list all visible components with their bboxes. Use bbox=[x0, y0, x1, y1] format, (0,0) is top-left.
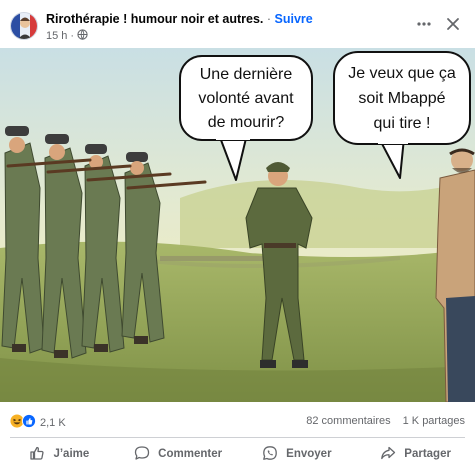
share-arrow-icon bbox=[380, 445, 396, 464]
reactions-summary[interactable]: 2,1 K bbox=[10, 414, 66, 431]
title-separator: · bbox=[263, 12, 275, 26]
post-stats: 2,1 K 82 commentaires 1 K partages bbox=[0, 402, 475, 438]
comments-count[interactable]: 82 commentaires bbox=[306, 415, 390, 427]
comment-button[interactable]: Commenter bbox=[119, 439, 238, 469]
meme-illustration: Une dernière volonté avant de mourir? Je… bbox=[0, 48, 475, 402]
more-options-icon[interactable] bbox=[412, 12, 436, 36]
page-name[interactable]: Rirothérapie ! humour noir et autres. bbox=[46, 12, 263, 26]
bubble-left-line-1: Une dernière bbox=[200, 66, 293, 83]
close-icon[interactable] bbox=[441, 12, 465, 36]
comment-label: Commenter bbox=[158, 448, 223, 460]
share-button[interactable]: Partager bbox=[356, 439, 475, 469]
post-card: Rirothérapie ! humour noir et autres. · … bbox=[0, 0, 475, 471]
send-label: Envoyer bbox=[286, 448, 332, 460]
post-image[interactable]: Une dernière volonté avant de mourir? Je… bbox=[0, 48, 475, 402]
share-label: Partager bbox=[404, 448, 451, 460]
actions-divider bbox=[10, 437, 465, 438]
post-actions: J’aime Commenter Envoyer Partager bbox=[0, 439, 475, 469]
like-icon bbox=[22, 414, 36, 431]
post-title-line: Rirothérapie ! humour noir et autres. · … bbox=[46, 12, 313, 26]
bubble-right-line-1: Je veux que ça bbox=[348, 65, 456, 82]
reactions-count: 2,1 K bbox=[40, 416, 66, 429]
globe-icon bbox=[77, 29, 88, 43]
follow-button[interactable]: Suivre bbox=[275, 12, 313, 26]
send-button[interactable]: Envoyer bbox=[238, 439, 357, 469]
bubble-right-line-3: qui tire ! bbox=[374, 115, 431, 132]
like-label: J’aime bbox=[53, 448, 90, 460]
whatsapp-icon bbox=[262, 445, 278, 464]
page-avatar[interactable] bbox=[10, 12, 38, 40]
like-button[interactable]: J’aime bbox=[0, 439, 119, 469]
bubble-right-line-2: soit Mbappé bbox=[358, 90, 445, 107]
engagement-counts: 82 commentaires 1 K partages bbox=[306, 415, 465, 427]
time-separator: · bbox=[70, 30, 75, 42]
bubble-left-line-2: volonté avant bbox=[198, 90, 294, 107]
shares-count[interactable]: 1 K partages bbox=[403, 415, 465, 427]
bubble-left-line-3: de mourir? bbox=[208, 114, 285, 131]
post-time[interactable]: 15 h bbox=[46, 30, 67, 42]
post-header: Rirothérapie ! humour noir et autres. · … bbox=[0, 0, 475, 48]
comment-bubble-icon bbox=[134, 445, 150, 464]
post-meta: 15 h · bbox=[46, 29, 88, 43]
thumbs-up-icon bbox=[29, 445, 45, 464]
